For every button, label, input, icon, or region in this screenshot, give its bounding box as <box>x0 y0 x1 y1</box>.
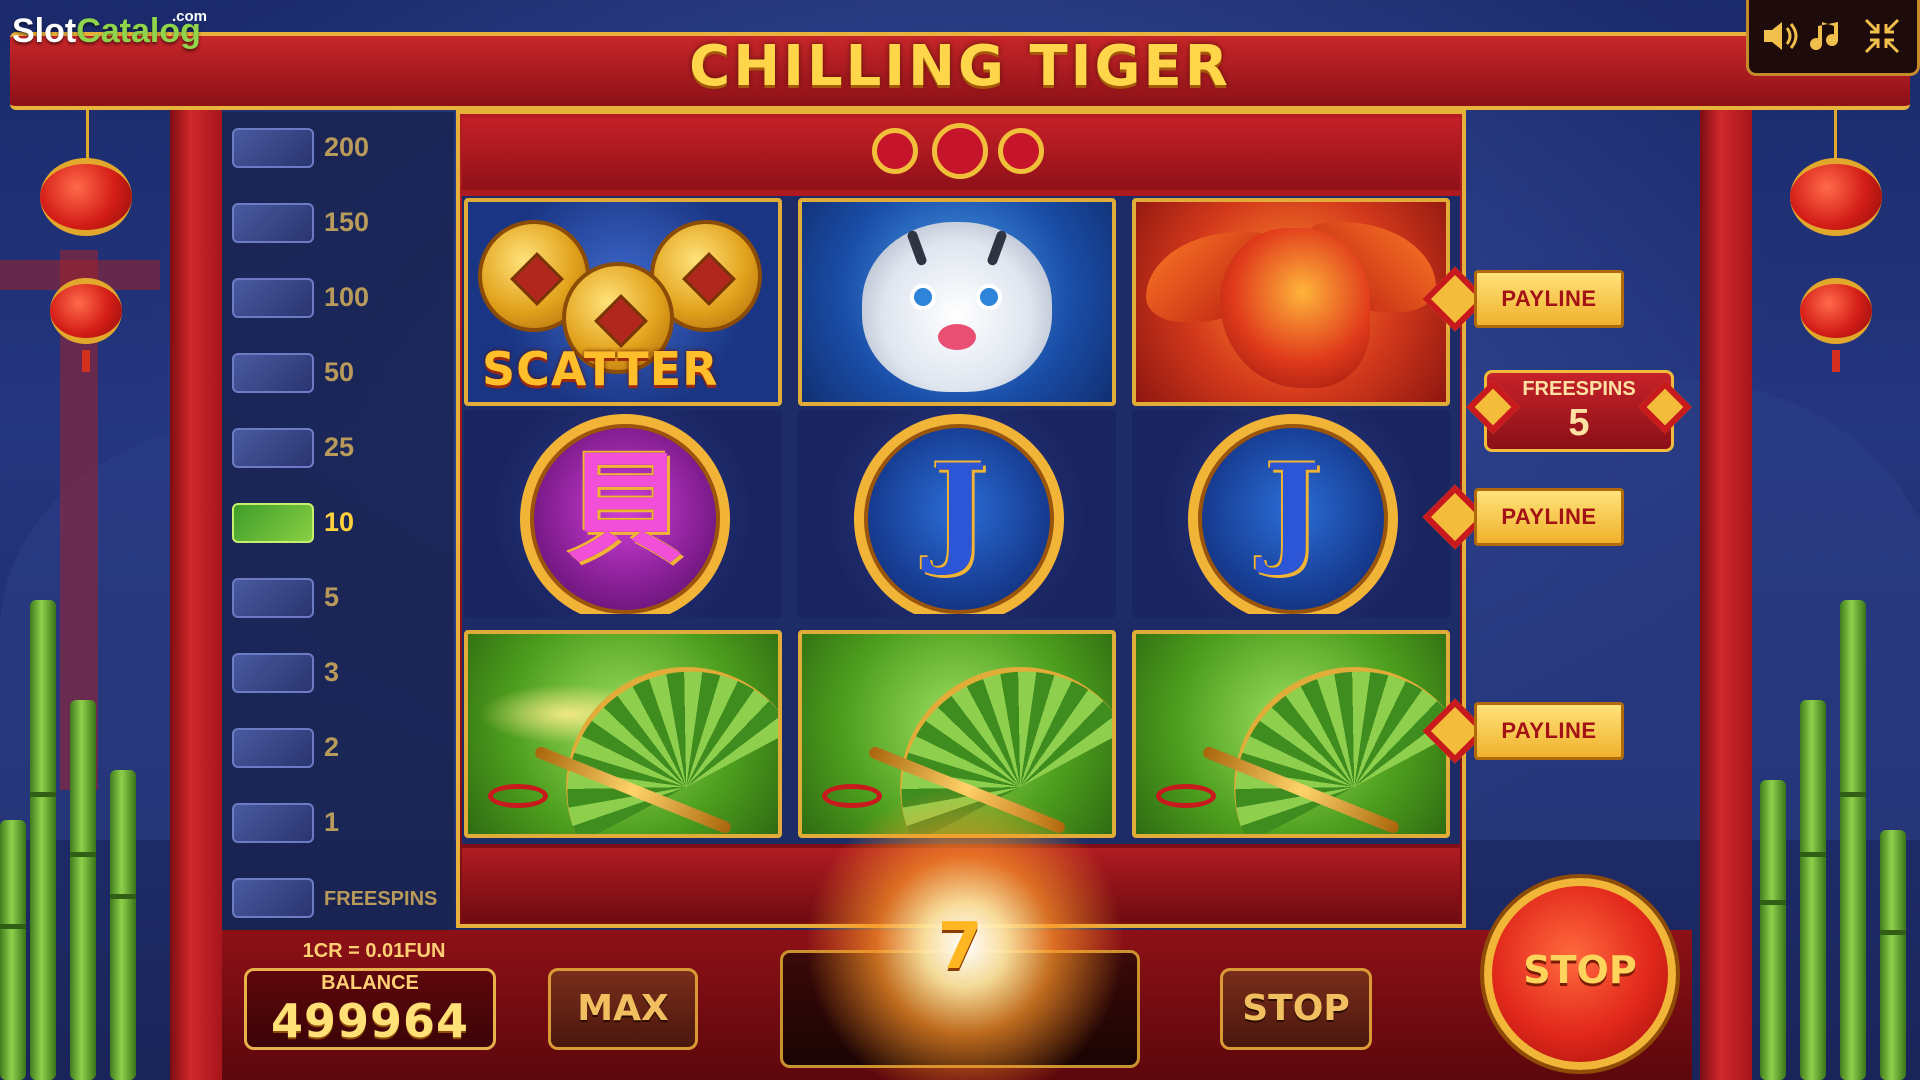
paytable-row: 100 <box>232 276 452 320</box>
paytable-row: FREESPINS <box>232 876 452 920</box>
paytable-row: 1 <box>232 801 452 845</box>
fan-cord <box>1156 784 1216 808</box>
balance-label: BALANCE <box>321 972 419 994</box>
payline-indicator-1[interactable]: PAYLINE <box>1474 270 1624 328</box>
game-title: CHILLING TIGER <box>689 34 1231 99</box>
paytable-row: 2 <box>232 726 452 770</box>
paytable-value: FREESPINS <box>324 888 438 910</box>
gem-icon <box>998 128 1044 174</box>
balance-value: 499964 <box>270 994 470 1048</box>
paytable-value: 200 <box>324 132 370 162</box>
glyph-symbol-icon <box>232 803 314 843</box>
reel-cell-tiger <box>798 198 1116 406</box>
watermark-part1: Slot <box>12 12 77 50</box>
payline-indicator-3[interactable]: PAYLINE <box>1474 702 1624 760</box>
bamboo-stalk <box>0 820 26 1080</box>
paytable-value: 150 <box>324 207 370 237</box>
paytable-value: 10 <box>324 507 355 537</box>
lantern-tassel <box>1832 350 1840 372</box>
glyph-symbol: J <box>1264 438 1322 579</box>
tiger-eye <box>976 284 1002 310</box>
freespins-count: 5 <box>1568 402 1590 444</box>
wild-symbol-icon <box>232 128 314 168</box>
fan-icon <box>1191 634 1446 834</box>
win-amount: 7 <box>937 910 983 984</box>
right-pillar <box>1700 110 1752 1080</box>
paytable-row: 3 <box>232 651 452 695</box>
scatter-symbol-icon <box>232 878 314 918</box>
tiger-nose <box>938 324 976 350</box>
lantern-icon <box>50 278 122 344</box>
bamboo-stalk <box>110 770 136 1080</box>
fan-cord <box>822 784 882 808</box>
freespins-label: FREESPINS <box>1522 378 1636 400</box>
lantern-icon <box>1800 278 1872 344</box>
credit-rate: 1CR = 0.01FUN <box>302 940 446 962</box>
scatter-label: SCATTER <box>482 342 719 396</box>
payline-indicator-2[interactable]: PAYLINE <box>1474 488 1624 546</box>
paytable-value: 3 <box>324 657 340 687</box>
left-pillar <box>170 110 222 1080</box>
reel-cell-scatter: SCATTER <box>464 198 782 406</box>
paytable-row: 25 <box>232 426 452 470</box>
paytable-row: 200 <box>232 126 452 170</box>
tiger-symbol-icon <box>232 278 314 318</box>
bamboo-stalk <box>1760 780 1786 1080</box>
paytable-value: 1 <box>324 807 340 837</box>
glyph-symbol-icon <box>232 728 314 768</box>
lantern-icon <box>1790 158 1882 236</box>
max-bet-button[interactable]: MAX <box>548 968 698 1050</box>
bamboo-stalk <box>70 700 96 1080</box>
fan-symbol-icon <box>232 503 314 543</box>
watermark-suffix: .com <box>172 8 208 25</box>
paytable-row: 50 <box>232 351 452 395</box>
koi-symbol-icon <box>232 353 314 393</box>
music-note-icon[interactable] <box>1806 16 1850 60</box>
bamboo-stalk <box>1840 600 1866 1080</box>
paytable-value: 25 <box>324 432 355 462</box>
paytable-value: 100 <box>324 282 370 312</box>
reel-cell-fan <box>1132 630 1450 838</box>
tiger-icon <box>862 222 1052 392</box>
lantern-tassel <box>82 350 90 372</box>
phoenix-symbol-icon <box>232 203 314 243</box>
lantern-icon <box>40 158 132 236</box>
fan-cord <box>488 784 548 808</box>
reel-cell-glyph: J <box>1132 410 1450 618</box>
bamboo-stalk <box>1800 700 1826 1080</box>
paytable-row: 150 <box>232 201 452 245</box>
paytable-row-active: 10 <box>232 501 452 545</box>
reel-cell-glyph: J <box>798 410 1116 618</box>
stop-autoplay-button[interactable]: STOP <box>1220 968 1372 1050</box>
paytable-row: 5 <box>232 576 452 620</box>
phoenix-icon <box>1220 228 1370 388</box>
yin-yang-symbol-icon <box>232 428 314 468</box>
glyph-symbol: 貝 <box>565 438 685 579</box>
tiger-eye <box>910 284 936 310</box>
paytable-value: 50 <box>324 357 355 387</box>
glyph-symbol-icon <box>232 653 314 693</box>
glyph-symbol: J <box>930 438 988 579</box>
bamboo-stalk <box>1880 830 1906 1080</box>
reel-cell-glyph: 貝 <box>464 410 782 618</box>
speaker-icon[interactable] <box>1758 16 1802 60</box>
reel-cell-fan <box>464 630 782 838</box>
gem-icon <box>872 128 918 174</box>
gem-icon <box>932 123 988 179</box>
paytable-value: 5 <box>324 582 340 612</box>
reel-cell-phoenix <box>1132 198 1450 406</box>
stop-spin-label: STOP <box>1523 948 1637 992</box>
paytable-value: 2 <box>324 732 340 762</box>
glyph-symbol-icon <box>232 578 314 618</box>
exit-fullscreen-icon[interactable] <box>1860 16 1904 60</box>
bamboo-stalk <box>30 600 56 1080</box>
